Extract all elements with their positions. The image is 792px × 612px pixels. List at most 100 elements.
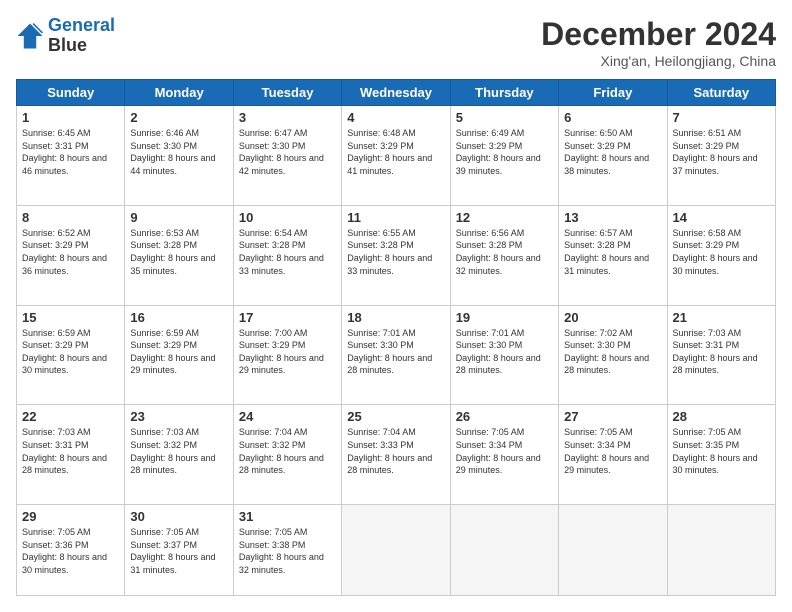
day-info: Sunrise: 6:48 AMSunset: 3:29 PMDaylight:…	[347, 128, 432, 176]
calendar-cell: 15 Sunrise: 6:59 AMSunset: 3:29 PMDaylig…	[17, 305, 125, 405]
day-number: 6	[564, 110, 661, 125]
weekday-tuesday: Tuesday	[233, 80, 341, 106]
weekday-monday: Monday	[125, 80, 233, 106]
day-number: 4	[347, 110, 444, 125]
day-number: 9	[130, 210, 227, 225]
day-info: Sunrise: 6:58 AMSunset: 3:29 PMDaylight:…	[673, 228, 758, 276]
calendar-page: GeneralBlue December 2024 Xing'an, Heilo…	[0, 0, 792, 612]
day-info: Sunrise: 6:59 AMSunset: 3:29 PMDaylight:…	[22, 328, 107, 376]
day-info: Sunrise: 6:49 AMSunset: 3:29 PMDaylight:…	[456, 128, 541, 176]
day-number: 5	[456, 110, 553, 125]
calendar-cell: 4 Sunrise: 6:48 AMSunset: 3:29 PMDayligh…	[342, 106, 450, 206]
calendar-cell: 13 Sunrise: 6:57 AMSunset: 3:28 PMDaylig…	[559, 205, 667, 305]
day-number: 30	[130, 509, 227, 524]
calendar-table: SundayMondayTuesdayWednesdayThursdayFrid…	[16, 79, 776, 596]
calendar-cell	[342, 505, 450, 596]
calendar-cell: 3 Sunrise: 6:47 AMSunset: 3:30 PMDayligh…	[233, 106, 341, 206]
day-info: Sunrise: 7:05 AMSunset: 3:34 PMDaylight:…	[564, 427, 649, 475]
day-info: Sunrise: 7:03 AMSunset: 3:31 PMDaylight:…	[673, 328, 758, 376]
day-info: Sunrise: 7:02 AMSunset: 3:30 PMDaylight:…	[564, 328, 649, 376]
day-number: 13	[564, 210, 661, 225]
calendar-week-2: 8 Sunrise: 6:52 AMSunset: 3:29 PMDayligh…	[17, 205, 776, 305]
logo: GeneralBlue	[16, 16, 115, 56]
day-info: Sunrise: 6:57 AMSunset: 3:28 PMDaylight:…	[564, 228, 649, 276]
day-number: 17	[239, 310, 336, 325]
day-info: Sunrise: 7:04 AMSunset: 3:33 PMDaylight:…	[347, 427, 432, 475]
day-info: Sunrise: 6:54 AMSunset: 3:28 PMDaylight:…	[239, 228, 324, 276]
day-info: Sunrise: 7:05 AMSunset: 3:38 PMDaylight:…	[239, 527, 324, 575]
day-info: Sunrise: 6:50 AMSunset: 3:29 PMDaylight:…	[564, 128, 649, 176]
logo-icon	[16, 22, 44, 50]
day-number: 2	[130, 110, 227, 125]
day-number: 24	[239, 409, 336, 424]
day-info: Sunrise: 6:47 AMSunset: 3:30 PMDaylight:…	[239, 128, 324, 176]
day-number: 19	[456, 310, 553, 325]
day-number: 22	[22, 409, 119, 424]
day-info: Sunrise: 7:05 AMSunset: 3:35 PMDaylight:…	[673, 427, 758, 475]
day-number: 11	[347, 210, 444, 225]
calendar-cell: 2 Sunrise: 6:46 AMSunset: 3:30 PMDayligh…	[125, 106, 233, 206]
calendar-cell: 6 Sunrise: 6:50 AMSunset: 3:29 PMDayligh…	[559, 106, 667, 206]
day-number: 18	[347, 310, 444, 325]
calendar-cell: 1 Sunrise: 6:45 AMSunset: 3:31 PMDayligh…	[17, 106, 125, 206]
day-number: 25	[347, 409, 444, 424]
day-number: 3	[239, 110, 336, 125]
weekday-friday: Friday	[559, 80, 667, 106]
logo-text: GeneralBlue	[48, 16, 115, 56]
calendar-cell: 14 Sunrise: 6:58 AMSunset: 3:29 PMDaylig…	[667, 205, 775, 305]
day-info: Sunrise: 6:51 AMSunset: 3:29 PMDaylight:…	[673, 128, 758, 176]
calendar-cell: 31 Sunrise: 7:05 AMSunset: 3:38 PMDaylig…	[233, 505, 341, 596]
calendar-cell: 25 Sunrise: 7:04 AMSunset: 3:33 PMDaylig…	[342, 405, 450, 505]
calendar-cell: 19 Sunrise: 7:01 AMSunset: 3:30 PMDaylig…	[450, 305, 558, 405]
day-number: 29	[22, 509, 119, 524]
calendar-cell: 20 Sunrise: 7:02 AMSunset: 3:30 PMDaylig…	[559, 305, 667, 405]
calendar-week-5: 29 Sunrise: 7:05 AMSunset: 3:36 PMDaylig…	[17, 505, 776, 596]
day-info: Sunrise: 7:04 AMSunset: 3:32 PMDaylight:…	[239, 427, 324, 475]
calendar-week-3: 15 Sunrise: 6:59 AMSunset: 3:29 PMDaylig…	[17, 305, 776, 405]
calendar-cell: 16 Sunrise: 6:59 AMSunset: 3:29 PMDaylig…	[125, 305, 233, 405]
day-info: Sunrise: 7:01 AMSunset: 3:30 PMDaylight:…	[456, 328, 541, 376]
calendar-cell: 8 Sunrise: 6:52 AMSunset: 3:29 PMDayligh…	[17, 205, 125, 305]
weekday-thursday: Thursday	[450, 80, 558, 106]
day-number: 23	[130, 409, 227, 424]
calendar-cell: 28 Sunrise: 7:05 AMSunset: 3:35 PMDaylig…	[667, 405, 775, 505]
calendar-cell: 24 Sunrise: 7:04 AMSunset: 3:32 PMDaylig…	[233, 405, 341, 505]
page-header: GeneralBlue December 2024 Xing'an, Heilo…	[16, 16, 776, 69]
day-number: 14	[673, 210, 770, 225]
calendar-cell: 17 Sunrise: 7:00 AMSunset: 3:29 PMDaylig…	[233, 305, 341, 405]
day-info: Sunrise: 7:03 AMSunset: 3:31 PMDaylight:…	[22, 427, 107, 475]
calendar-cell: 5 Sunrise: 6:49 AMSunset: 3:29 PMDayligh…	[450, 106, 558, 206]
calendar-cell: 10 Sunrise: 6:54 AMSunset: 3:28 PMDaylig…	[233, 205, 341, 305]
day-number: 27	[564, 409, 661, 424]
calendar-cell	[667, 505, 775, 596]
calendar-cell: 22 Sunrise: 7:03 AMSunset: 3:31 PMDaylig…	[17, 405, 125, 505]
calendar-cell: 7 Sunrise: 6:51 AMSunset: 3:29 PMDayligh…	[667, 106, 775, 206]
day-number: 12	[456, 210, 553, 225]
weekday-wednesday: Wednesday	[342, 80, 450, 106]
day-info: Sunrise: 7:05 AMSunset: 3:37 PMDaylight:…	[130, 527, 215, 575]
calendar-cell: 18 Sunrise: 7:01 AMSunset: 3:30 PMDaylig…	[342, 305, 450, 405]
day-info: Sunrise: 7:01 AMSunset: 3:30 PMDaylight:…	[347, 328, 432, 376]
calendar-cell: 26 Sunrise: 7:05 AMSunset: 3:34 PMDaylig…	[450, 405, 558, 505]
calendar-cell: 21 Sunrise: 7:03 AMSunset: 3:31 PMDaylig…	[667, 305, 775, 405]
day-info: Sunrise: 6:53 AMSunset: 3:28 PMDaylight:…	[130, 228, 215, 276]
day-info: Sunrise: 6:52 AMSunset: 3:29 PMDaylight:…	[22, 228, 107, 276]
calendar-cell: 30 Sunrise: 7:05 AMSunset: 3:37 PMDaylig…	[125, 505, 233, 596]
day-number: 15	[22, 310, 119, 325]
day-info: Sunrise: 6:55 AMSunset: 3:28 PMDaylight:…	[347, 228, 432, 276]
day-number: 16	[130, 310, 227, 325]
title-block: December 2024 Xing'an, Heilongjiang, Chi…	[541, 16, 776, 69]
calendar-week-4: 22 Sunrise: 7:03 AMSunset: 3:31 PMDaylig…	[17, 405, 776, 505]
weekday-header-row: SundayMondayTuesdayWednesdayThursdayFrid…	[17, 80, 776, 106]
day-info: Sunrise: 6:56 AMSunset: 3:28 PMDaylight:…	[456, 228, 541, 276]
day-info: Sunrise: 6:59 AMSunset: 3:29 PMDaylight:…	[130, 328, 215, 376]
day-number: 28	[673, 409, 770, 424]
calendar-cell: 11 Sunrise: 6:55 AMSunset: 3:28 PMDaylig…	[342, 205, 450, 305]
month-title: December 2024	[541, 16, 776, 53]
day-number: 7	[673, 110, 770, 125]
calendar-cell: 12 Sunrise: 6:56 AMSunset: 3:28 PMDaylig…	[450, 205, 558, 305]
day-info: Sunrise: 6:46 AMSunset: 3:30 PMDaylight:…	[130, 128, 215, 176]
day-number: 10	[239, 210, 336, 225]
day-number: 20	[564, 310, 661, 325]
calendar-cell: 29 Sunrise: 7:05 AMSunset: 3:36 PMDaylig…	[17, 505, 125, 596]
